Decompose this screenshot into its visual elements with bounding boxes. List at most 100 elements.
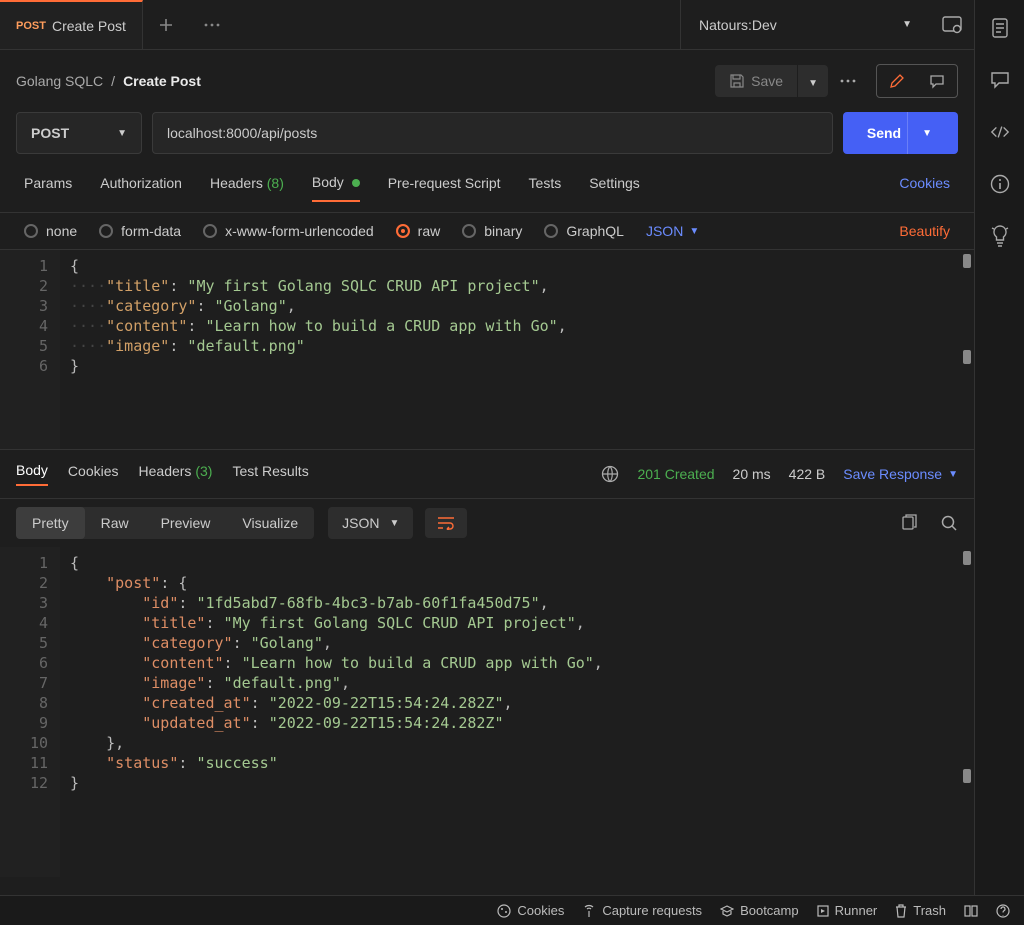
breadcrumb-separator: /: [111, 73, 115, 89]
scrollbar-thumb[interactable]: [963, 769, 971, 783]
beautify-button[interactable]: Beautify: [899, 223, 950, 239]
tab-tests[interactable]: Tests: [529, 175, 562, 201]
environment-name: Natours:Dev: [699, 17, 777, 33]
graduation-icon: [720, 904, 734, 918]
response-view-preview[interactable]: Preview: [145, 507, 227, 539]
body-type-none[interactable]: none: [24, 223, 77, 239]
response-headers-count: (3): [195, 463, 212, 479]
request-body-editor[interactable]: 123456 { ····"title": "My first Golang S…: [0, 250, 974, 450]
headers-count: (8): [267, 175, 284, 191]
tab-body[interactable]: Body: [312, 174, 360, 202]
body-type-form-data[interactable]: form-data: [99, 223, 181, 239]
url-input[interactable]: localhost:8000/api/posts: [152, 112, 833, 154]
footer-panes-toggle[interactable]: [964, 905, 978, 917]
breadcrumb-collection[interactable]: Golang SQLC: [16, 73, 103, 89]
pencil-icon: [889, 73, 905, 89]
footer-help[interactable]: [996, 904, 1010, 918]
environment-quick-look-icon[interactable]: [930, 0, 974, 49]
send-button[interactable]: Send ▼: [843, 112, 958, 154]
scrollbar-thumb[interactable]: [963, 551, 971, 565]
scrollbar-thumb[interactable]: [963, 254, 971, 268]
response-format-select[interactable]: JSON ▼: [328, 507, 413, 539]
globe-icon[interactable]: [601, 465, 619, 483]
tab-method: POST: [16, 20, 46, 32]
response-tab-test-results[interactable]: Test Results: [232, 463, 308, 485]
chevron-down-icon: ▼: [390, 518, 400, 529]
documentation-icon[interactable]: [990, 18, 1010, 38]
help-icon: [996, 904, 1010, 918]
radio-icon: [544, 224, 558, 238]
radio-icon: [203, 224, 217, 238]
response-body-viewer[interactable]: 123456789101112 { "post": { "id": "1fd5a…: [0, 547, 974, 877]
code-icon[interactable]: [990, 122, 1010, 142]
footer-trash[interactable]: Trash: [895, 903, 946, 918]
chevron-down-icon: ▼: [922, 128, 932, 139]
response-status: 201 Created: [637, 466, 714, 482]
footer-bootcamp[interactable]: Bootcamp: [720, 903, 799, 918]
line-gutter: 123456: [0, 250, 60, 449]
info-icon[interactable]: [990, 174, 1010, 194]
environment-selector[interactable]: Natours:Dev ▼: [680, 0, 930, 49]
edit-view-toggle[interactable]: [877, 65, 917, 97]
body-type-raw[interactable]: raw: [396, 223, 441, 239]
new-tab-button[interactable]: [143, 0, 189, 49]
wrap-icon: [437, 516, 455, 530]
tabs-overflow-button[interactable]: [189, 0, 235, 49]
copy-response-icon[interactable]: [900, 514, 918, 532]
panes-icon: [964, 905, 978, 917]
body-type-xwww[interactable]: x-www-form-urlencoded: [203, 223, 374, 239]
response-tab-headers[interactable]: Headers (3): [139, 463, 213, 485]
response-line-gutter: 123456789101112: [0, 547, 60, 877]
chevron-down-icon: ▼: [808, 78, 818, 89]
response-view-pretty[interactable]: Pretty: [16, 507, 85, 539]
tab-settings[interactable]: Settings: [589, 175, 640, 201]
response-tab-body[interactable]: Body: [16, 462, 48, 486]
radio-icon: [396, 224, 410, 238]
play-icon: [817, 905, 829, 917]
body-type-binary[interactable]: binary: [462, 223, 522, 239]
footer-runner[interactable]: Runner: [817, 903, 878, 918]
lightbulb-icon[interactable]: [990, 226, 1010, 246]
comment-icon: [929, 73, 945, 89]
response-size: 422 B: [789, 466, 826, 482]
tab-headers[interactable]: Headers (8): [210, 175, 284, 201]
request-tab[interactable]: POST Create Post: [0, 0, 143, 49]
tab-authorization[interactable]: Authorization: [100, 175, 182, 201]
comments-icon[interactable]: [990, 70, 1010, 90]
save-icon: [729, 73, 745, 89]
body-type-graphql[interactable]: GraphQL: [544, 223, 624, 239]
tab-params[interactable]: Params: [24, 175, 72, 201]
raw-content-type-select[interactable]: JSON ▼: [646, 223, 699, 239]
request-more-actions[interactable]: [828, 71, 868, 91]
http-method-select[interactable]: POST ▼: [16, 112, 142, 154]
radio-icon: [24, 224, 38, 238]
cookie-icon: [497, 904, 511, 918]
scrollbar-thumb[interactable]: [963, 350, 971, 364]
footer-cookies[interactable]: Cookies: [497, 903, 564, 918]
response-view-raw[interactable]: Raw: [85, 507, 145, 539]
save-button[interactable]: Save: [715, 65, 797, 97]
antenna-icon: [582, 904, 596, 918]
chevron-down-icon: ▼: [948, 469, 958, 480]
response-tab-cookies[interactable]: Cookies: [68, 463, 119, 485]
tab-title: Create Post: [52, 18, 126, 34]
comment-view-toggle[interactable]: [917, 65, 957, 97]
body-indicator-dot: [352, 179, 360, 187]
footer-capture-requests[interactable]: Capture requests: [582, 903, 702, 918]
save-response-button[interactable]: Save Response ▼: [843, 466, 958, 482]
tab-prerequest[interactable]: Pre-request Script: [388, 175, 501, 201]
trash-icon: [895, 904, 907, 918]
search-response-icon[interactable]: [940, 514, 958, 532]
chevron-down-icon: ▼: [117, 128, 127, 139]
chevron-down-icon: ▼: [902, 19, 912, 30]
radio-icon: [99, 224, 113, 238]
chevron-down-icon: ▼: [689, 226, 699, 237]
cookies-link[interactable]: Cookies: [899, 175, 950, 201]
send-dropdown[interactable]: ▼: [907, 112, 946, 154]
breadcrumb-request[interactable]: Create Post: [123, 73, 201, 89]
save-dropdown[interactable]: ▼: [798, 65, 828, 97]
word-wrap-toggle[interactable]: [425, 508, 467, 538]
radio-icon: [462, 224, 476, 238]
response-view-visualize[interactable]: Visualize: [226, 507, 314, 539]
response-time: 20 ms: [733, 466, 771, 482]
